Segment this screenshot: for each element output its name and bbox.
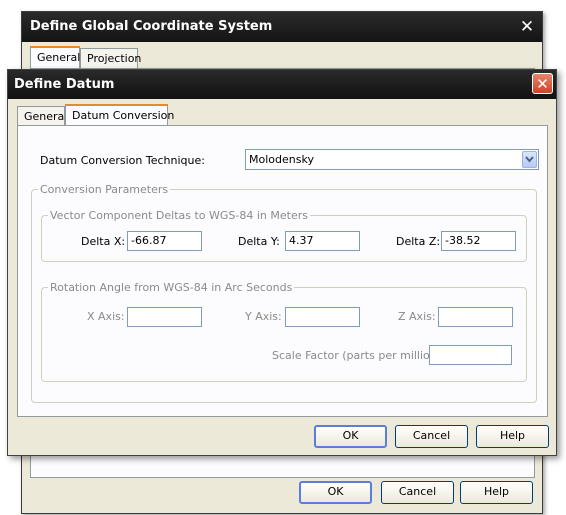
y-axis-label: Y Axis: (245, 310, 282, 323)
close-icon[interactable]: ✕ (518, 18, 536, 36)
vector-deltas-group: Vector Component Deltas to WGS-84 in Met… (41, 209, 527, 262)
chevron-down-icon[interactable] (522, 151, 537, 168)
tab-general-back[interactable]: General (30, 46, 80, 69)
delta-x-label: Delta X: (81, 235, 126, 248)
rotation-angle-group: Rotation Angle from WGS-84 in Arc Second… (41, 281, 527, 382)
tab-general[interactable]: General (17, 106, 67, 126)
delta-y-label: Delta Y: (238, 235, 280, 248)
vector-deltas-title: Vector Component Deltas to WGS-84 in Met… (48, 209, 310, 222)
define-datum-title-bar: Define Datum ✕ (8, 70, 556, 99)
delta-y-field[interactable]: 4.37 (285, 231, 360, 251)
help-button[interactable]: Help (476, 425, 549, 448)
x-axis-label: X Axis: (87, 310, 125, 323)
z-axis-label: Z Axis: (398, 310, 436, 323)
scale-factor-field[interactable] (429, 345, 512, 365)
close-icon[interactable]: ✕ (532, 73, 553, 94)
technique-value: Molodensky (249, 153, 314, 166)
define-datum-dialog: Define Datum ✕ General Datum Conversion … (7, 69, 557, 456)
rotation-angle-title: Rotation Angle from WGS-84 in Arc Second… (48, 281, 295, 294)
technique-label: Datum Conversion Technique: (40, 154, 205, 167)
tab-projection[interactable]: Projection (80, 48, 141, 68)
technique-select[interactable]: Molodensky (245, 149, 539, 170)
y-axis-field[interactable] (285, 307, 360, 327)
z-axis-field[interactable] (438, 307, 513, 327)
conversion-parameters-group: Conversion Parameters Vector Component D… (31, 183, 537, 403)
delta-x-field[interactable]: -66.87 (127, 231, 202, 251)
scale-factor-label: Scale Factor (parts per million): (272, 349, 445, 362)
delta-z-field[interactable]: -38.52 (441, 231, 516, 251)
global-coordinate-title-bar: Define Global Coordinate System ✕ (22, 12, 542, 42)
cancel-button[interactable]: Cancel (395, 425, 468, 448)
x-axis-field[interactable] (127, 307, 202, 327)
conversion-parameters-title: Conversion Parameters (38, 183, 171, 196)
ok-button[interactable]: OK (314, 425, 387, 448)
back-help-button[interactable]: Help (460, 481, 533, 504)
delta-z-label: Delta Z: (396, 235, 441, 248)
define-datum-title: Define Datum (14, 77, 115, 92)
tab-datum-conversion[interactable]: Datum Conversion (65, 104, 174, 127)
datum-conversion-panel: Datum Conversion Technique: Molodensky C… (17, 125, 548, 417)
back-cancel-button[interactable]: Cancel (381, 481, 454, 504)
back-ok-button[interactable]: OK (299, 481, 372, 504)
global-coordinate-title: Define Global Coordinate System (30, 19, 273, 34)
